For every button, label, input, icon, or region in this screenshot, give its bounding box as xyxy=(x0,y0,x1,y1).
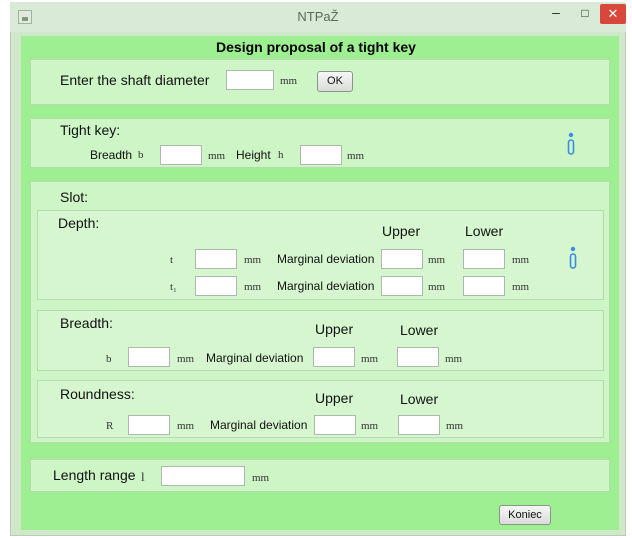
close-icon[interactable]: ✕ xyxy=(600,4,626,24)
tight-key-label: Tight key: xyxy=(60,122,121,138)
tight-key-height-label: Height xyxy=(236,148,271,162)
depth-t-lower-unit: mm xyxy=(512,254,530,266)
roundness-lower-unit: mm xyxy=(446,420,464,432)
depth-t-deviation-label: Marginal deviation xyxy=(277,252,375,266)
roundness-deviation-label: Marginal deviation xyxy=(210,418,308,432)
depth-t1-lower-input[interactable] xyxy=(463,276,505,296)
breadth-lower-header: Lower xyxy=(400,322,439,338)
depth-t1-lower-unit: mm xyxy=(512,281,530,293)
breadth-upper-header: Upper xyxy=(315,321,354,337)
roundness-r-unit: mm xyxy=(177,420,195,432)
depth-t-upper-input[interactable] xyxy=(381,249,423,269)
tight-key-breadth-input[interactable] xyxy=(160,145,202,165)
roundness-r-input[interactable] xyxy=(128,415,170,435)
length-range-label: Length range xyxy=(53,467,136,483)
depth-t1-symbol: t₁ xyxy=(170,281,177,293)
tight-key-height-symbol: h xyxy=(278,149,284,161)
roundness-lower-input[interactable] xyxy=(398,415,440,435)
length-range-symbol: l xyxy=(141,469,145,484)
breadth-lower-unit: mm xyxy=(445,353,463,365)
tight-key-height-input[interactable] xyxy=(300,145,342,165)
page-title: Design proposal of a tight key xyxy=(216,39,416,55)
depth-t-symbol: t xyxy=(170,254,174,266)
depth-t-upper-unit: mm xyxy=(428,254,446,266)
minimize-icon[interactable]: – xyxy=(544,5,568,24)
depth-t1-deviation-label: Marginal deviation xyxy=(277,279,375,293)
breadth-b-symbol: b xyxy=(106,353,112,365)
tight-key-breadth-unit: mm xyxy=(208,150,226,162)
shaft-diameter-input[interactable] xyxy=(226,70,274,90)
close-button[interactable]: Koniec xyxy=(499,505,551,525)
roundness-upper-header: Upper xyxy=(315,390,354,406)
depth-t1-upper-input[interactable] xyxy=(381,276,423,296)
length-range-unit: mm xyxy=(252,472,270,484)
roundness-upper-unit: mm xyxy=(361,420,379,432)
tight-key-breadth-label: Breadth xyxy=(90,148,133,162)
roundness-upper-input[interactable] xyxy=(314,415,356,435)
breadth-upper-input[interactable] xyxy=(313,347,355,367)
depth-t1-input[interactable] xyxy=(195,276,237,296)
slot-label: Slot: xyxy=(60,189,89,205)
tight-key-height-unit: mm xyxy=(347,150,365,162)
breadth-b-input[interactable] xyxy=(128,347,170,367)
depth-label: Depth: xyxy=(58,215,100,231)
depth-t1-unit: mm xyxy=(244,281,262,293)
breadth-label: Breadth: xyxy=(60,315,113,331)
depth-t-unit: mm xyxy=(244,254,262,266)
roundness-lower-header: Lower xyxy=(400,391,439,407)
depth-upper-header: Upper xyxy=(382,223,421,239)
ok-button[interactable]: OK xyxy=(317,71,353,92)
roundness-r-symbol: R xyxy=(106,420,114,432)
tight-key-breadth-symbol: b xyxy=(138,149,144,161)
depth-t-input[interactable] xyxy=(195,249,237,269)
window-title: NTPaŽ xyxy=(297,9,339,24)
shaft-diameter-label: Enter the shaft diameter xyxy=(60,72,210,88)
info-icon[interactable] xyxy=(566,132,576,156)
breadth-upper-unit: mm xyxy=(361,353,379,365)
info-icon[interactable] xyxy=(568,246,578,270)
breadth-lower-input[interactable] xyxy=(397,347,439,367)
breadth-b-unit: mm xyxy=(177,353,195,365)
shaft-unit: mm xyxy=(280,75,298,87)
depth-t-lower-input[interactable] xyxy=(463,249,505,269)
depth-lower-header: Lower xyxy=(465,223,504,239)
title-bar[interactable]: NTPaŽ – □ ✕ xyxy=(10,2,626,32)
maximize-icon[interactable]: □ xyxy=(573,6,597,24)
depth-t1-upper-unit: mm xyxy=(428,281,446,293)
length-range-input[interactable] xyxy=(161,466,245,486)
roundness-label: Roundness: xyxy=(60,386,135,402)
breadth-deviation-label: Marginal deviation xyxy=(206,351,304,365)
